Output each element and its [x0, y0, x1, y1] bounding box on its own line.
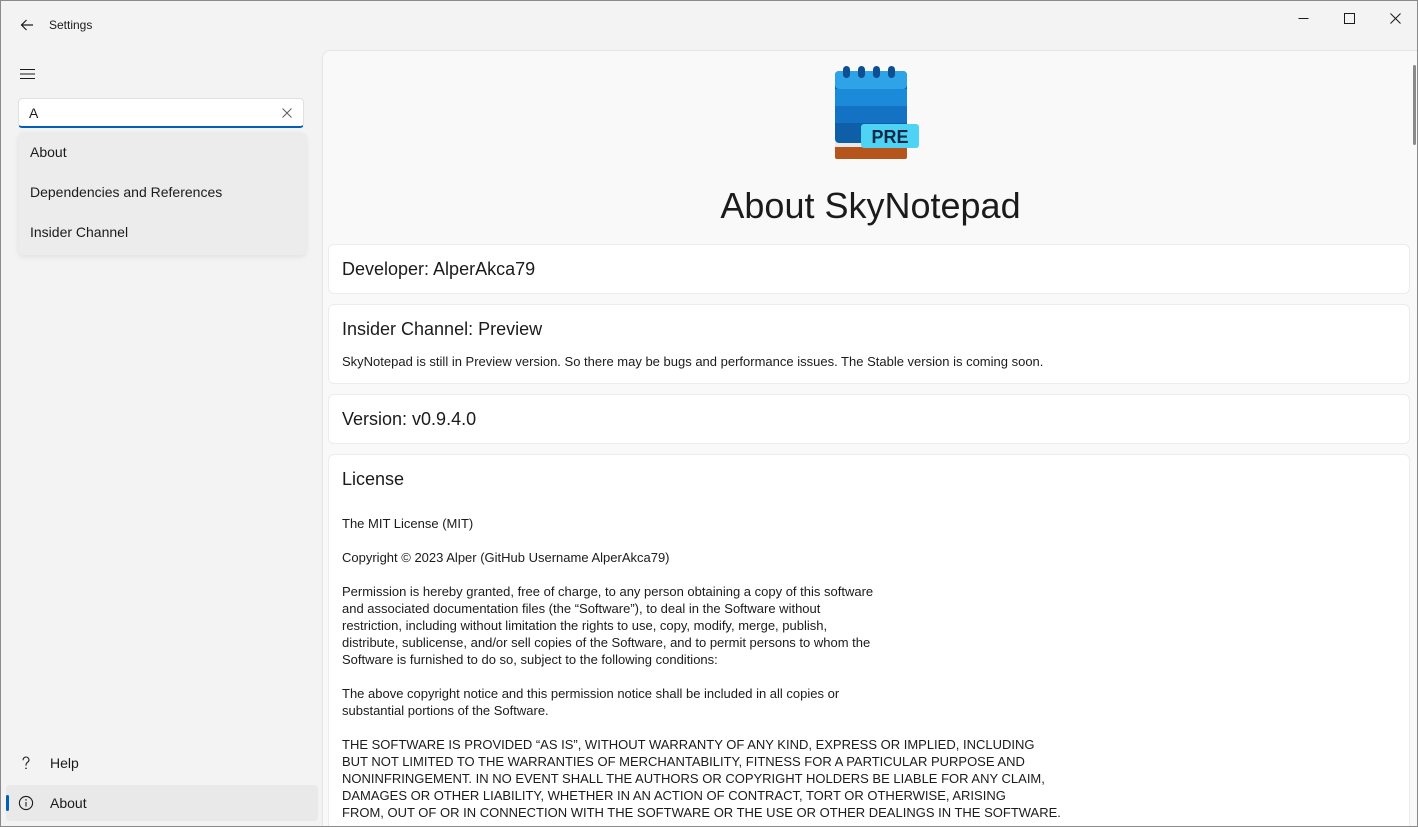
- info-icon: [18, 795, 34, 811]
- nav-item-about[interactable]: About: [6, 785, 318, 821]
- suggestion-label: Insider Channel: [30, 224, 129, 240]
- license-text: The MIT License (MIT) Copyright © 2023 A…: [342, 515, 1061, 826]
- license-paragraph: The MIT License (MIT): [342, 516, 474, 531]
- suggestion-item[interactable]: Insider Channel: [18, 212, 306, 252]
- page-title: About SkyNotepad: [720, 185, 1021, 226]
- search-suggestions: About Dependencies and References Inside…: [18, 132, 306, 255]
- minimize-button[interactable]: [1280, 1, 1326, 35]
- scrollbar[interactable]: [1413, 65, 1416, 145]
- skynotepad-logo: PRE: [835, 66, 919, 159]
- license-heading: License: [342, 469, 405, 489]
- insider-channel-heading: Insider Channel: Preview: [342, 319, 543, 339]
- search-input[interactable]: [29, 104, 269, 122]
- developer-card: Developer: AlperAkca79: [328, 244, 1410, 294]
- window-title: Settings: [49, 18, 93, 32]
- selection-indicator: [6, 795, 9, 811]
- suggestion-label: About: [30, 144, 67, 160]
- maximize-button[interactable]: [1326, 1, 1372, 35]
- back-button[interactable]: [11, 11, 43, 39]
- insider-channel-text: SkyNotepad is still in Preview version. …: [342, 354, 1044, 369]
- menu-toggle-button[interactable]: [11, 61, 43, 87]
- license-paragraph: THE SOFTWARE IS PROVIDED “AS IS”, WITHOU…: [342, 737, 1061, 820]
- suggestion-item[interactable]: Dependencies and References: [18, 172, 306, 212]
- clear-icon: [282, 108, 292, 118]
- license-card: License The MIT License (MIT) Copyright …: [328, 454, 1410, 826]
- content-pane: PRE About SkyNotepad Developer: AlperAkc…: [322, 50, 1417, 826]
- minimize-icon: [1298, 17, 1308, 19]
- license-paragraph: Copyright © 2023 Alper (GitHub Username …: [342, 550, 670, 565]
- insider-channel-card: Insider Channel: Preview SkyNotepad is s…: [328, 304, 1410, 384]
- help-icon: [22, 756, 30, 770]
- close-icon: [1389, 12, 1401, 24]
- hamburger-icon: [19, 68, 35, 80]
- version-text: Version: v0.9.4.0: [342, 409, 477, 429]
- search-box: [18, 98, 304, 128]
- developer-text: Developer: AlperAkca79: [342, 259, 536, 279]
- suggestion-label: Dependencies and References: [30, 184, 223, 200]
- version-card: Version: v0.9.4.0: [328, 394, 1410, 444]
- license-paragraph: The above copyright notice and this perm…: [342, 686, 840, 718]
- suggestion-item[interactable]: About: [18, 132, 306, 172]
- nav-item-label: Help: [50, 755, 79, 771]
- nav-item-label: About: [50, 795, 87, 811]
- license-paragraph: Permission is hereby granted, free of ch…: [342, 584, 874, 667]
- close-button[interactable]: [1372, 1, 1417, 35]
- settings-window: Settings A About Dependencies and Refere…: [0, 0, 1418, 827]
- maximize-icon: [1343, 12, 1355, 24]
- back-arrow-icon: [20, 19, 33, 31]
- nav-item-help[interactable]: Help: [6, 745, 318, 781]
- search-clear-button[interactable]: [279, 105, 295, 121]
- logo-badge-text: PRE: [871, 127, 908, 147]
- title-bar: Settings: [1, 1, 1417, 49]
